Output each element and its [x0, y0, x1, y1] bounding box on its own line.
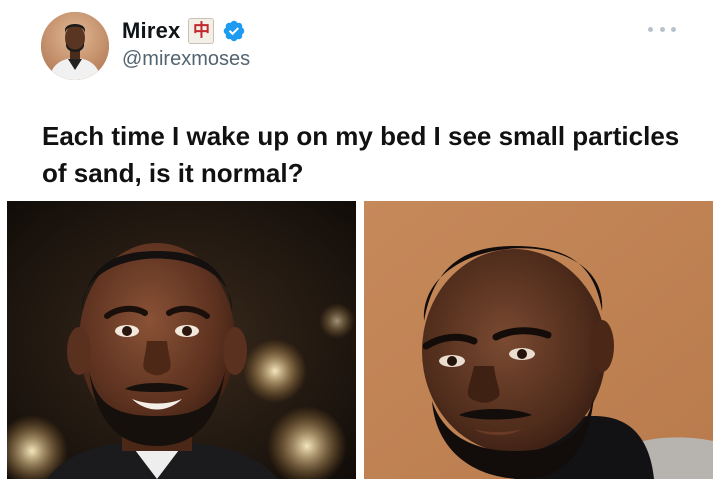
more-dot: [671, 26, 676, 32]
more-dot: [659, 26, 665, 32]
avatar[interactable]: [41, 12, 109, 80]
tweet-photo-right[interactable]: [364, 201, 713, 479]
more-icon[interactable]: [648, 22, 676, 36]
more-dot: [648, 26, 653, 32]
author-handle[interactable]: @mirexmoses: [122, 48, 250, 71]
tweet-photo-left[interactable]: [7, 201, 356, 479]
author-name-row: Mirex 中: [122, 16, 246, 46]
photo-portrait-smiling-man: [7, 201, 356, 479]
author-display-name[interactable]: Mirex: [122, 18, 180, 44]
verified-badge-icon: [224, 20, 245, 42]
tweet-card: Mirex 中 @mirexmoses Each time I wake up …: [0, 0, 720, 479]
tweet-text: Each time I wake up on my bed I see smal…: [42, 121, 680, 188]
photo-portrait-serious-man: [364, 201, 713, 479]
mahjong-tile-icon: 中: [188, 18, 215, 44]
